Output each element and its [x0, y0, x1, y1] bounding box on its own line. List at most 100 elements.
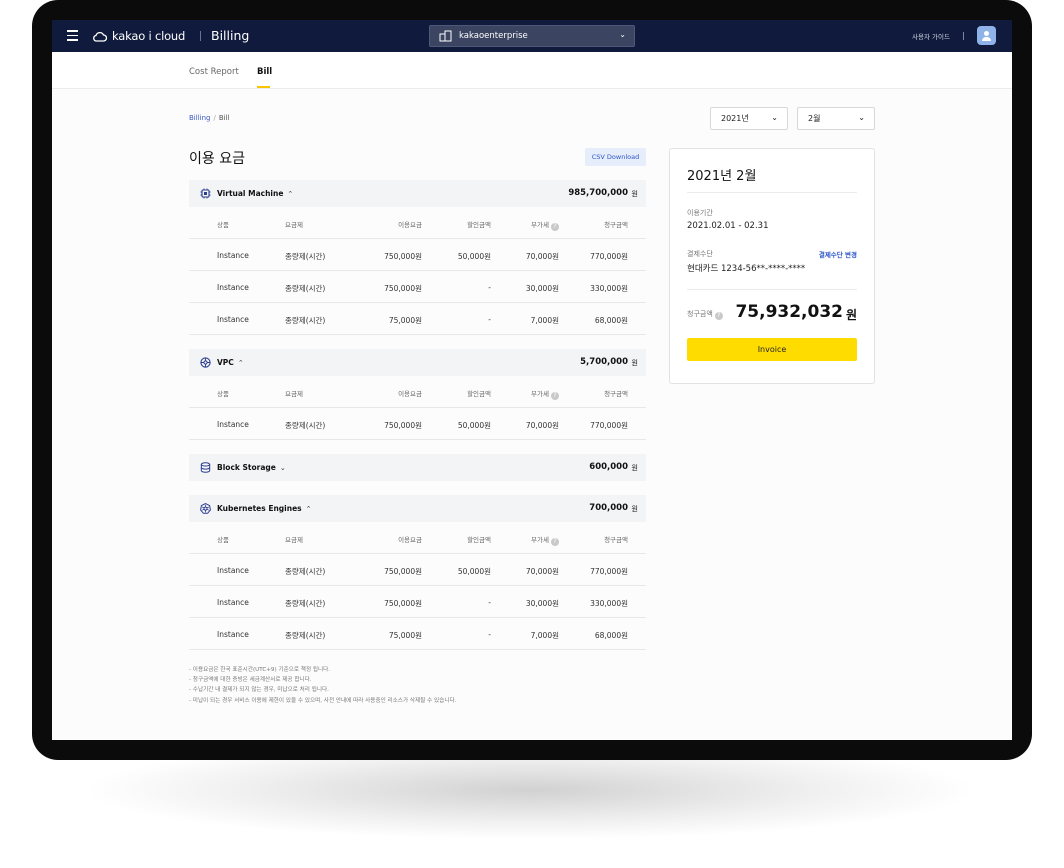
- total-label: 청구금액?: [687, 309, 723, 320]
- table-row: Instance 종량제(시간) 75,000원 - 7,000원 68,000…: [189, 303, 646, 335]
- usage-fee-cell: 75,000원: [388, 316, 422, 325]
- currency-unit: 원: [631, 464, 638, 472]
- chevron-up-icon[interactable]: ⌃: [287, 190, 293, 198]
- help-icon[interactable]: ?: [551, 223, 559, 231]
- note-line: - 이용요금은 한국 표준시간(UTC+9) 기준으로 책정 됩니다.: [189, 667, 331, 673]
- section-total: 600,000: [589, 462, 628, 472]
- month-select[interactable]: 2월 ⌄: [797, 107, 875, 130]
- column-header: 부가세?: [531, 388, 559, 400]
- plan-cell: 종량제(시간): [285, 567, 326, 576]
- kubernetes-icon: [200, 503, 211, 514]
- tab-bill[interactable]: Bill: [257, 67, 272, 77]
- logo[interactable]: kakao i cloud: [92, 28, 185, 44]
- section-header[interactable]: Block Storage ⌄ 600,000 원: [189, 454, 646, 481]
- avatar[interactable]: [977, 26, 996, 45]
- chevron-down-icon: ⌄: [858, 113, 865, 122]
- table-header: 상품 요금제 이용요금 할인금액 부가세? 청구금액: [189, 376, 646, 408]
- help-icon[interactable]: ?: [714, 312, 723, 320]
- usage-fee-cell: 750,000원: [384, 284, 422, 293]
- invoice-button[interactable]: Invoice: [687, 338, 857, 361]
- period-value: 2021.02.01 - 02.31: [687, 221, 769, 231]
- product-cell: Instance: [217, 420, 249, 429]
- plan-cell: 종량제(시간): [285, 631, 326, 640]
- column-header: 상품: [217, 221, 229, 229]
- discount-cell: 50,000원: [457, 567, 491, 576]
- section-name: VPC: [217, 358, 234, 367]
- chevron-up-icon[interactable]: ⌃: [238, 359, 244, 367]
- section-name: Kubernetes Engines: [217, 504, 302, 513]
- total-amount: 75,932,032: [735, 302, 843, 322]
- help-icon[interactable]: ?: [551, 538, 559, 546]
- column-header: 청구금액: [604, 221, 628, 229]
- plan-cell: 종량제(시간): [285, 284, 326, 293]
- breadcrumb-bill: Bill: [218, 114, 230, 122]
- chevron-up-icon[interactable]: ⌃: [306, 505, 312, 513]
- page-title: 이용 요금: [189, 151, 245, 167]
- tab-bar: Cost Report Bill: [52, 52, 1012, 89]
- chevron-down-icon[interactable]: ⌄: [280, 464, 286, 472]
- column-header: 상품: [217, 536, 229, 544]
- note-line: - 수납기간 내 결제가 되지 않는 경우, 미납으로 처리 됩니다.: [189, 687, 329, 694]
- billed-amount-cell: 68,000원: [594, 316, 628, 325]
- discount-cell: -: [488, 630, 491, 639]
- breadcrumb-billing[interactable]: Billing: [189, 114, 210, 122]
- section-kubernetes-engines: Kubernetes Engines ⌃ 700,000 원 상품 요금제 이용요…: [189, 495, 646, 650]
- csv-download-button[interactable]: CSV Download: [585, 148, 646, 166]
- table-header: 상품 요금제 이용요금 할인금액 부가세? 청구금액: [189, 207, 646, 239]
- tab-cost-report[interactable]: Cost Report: [189, 67, 239, 77]
- section-total: 700,000: [589, 503, 628, 513]
- section-total: 985,700,000: [568, 188, 628, 198]
- currency-unit: 원: [631, 505, 638, 513]
- column-header: 상품: [217, 390, 229, 398]
- table-header: 상품 요금제 이용요금 할인금액 부가세? 청구금액: [189, 522, 646, 554]
- total-label-text: 청구금액: [687, 310, 713, 318]
- column-header: 청구금액: [604, 390, 628, 398]
- section-total: 5,700,000: [580, 357, 628, 367]
- vat-cell: 30,000원: [525, 284, 559, 293]
- billed-amount-cell: 330,000원: [590, 284, 628, 293]
- column-header-label: 부가세: [531, 390, 549, 398]
- section-vpc: VPC ⌃ 5,700,000 원 상품 요금제 이용요금 할인금액 부가세? 청…: [189, 349, 646, 440]
- total-unit: 원: [845, 308, 857, 322]
- column-header: 이용요금: [398, 390, 422, 398]
- usage-fee-cell: 75,000원: [388, 631, 422, 640]
- menu-icon[interactable]: [67, 30, 78, 41]
- product-cell: Instance: [217, 566, 249, 575]
- vat-cell: 70,000원: [525, 421, 559, 430]
- header-divider: [963, 32, 964, 40]
- storage-icon: [200, 462, 211, 473]
- column-header: 요금제: [285, 390, 303, 398]
- summary-title: 2021년 2월: [687, 169, 757, 184]
- help-icon[interactable]: ?: [551, 392, 559, 400]
- usage-fee-cell: 750,000원: [384, 421, 422, 430]
- year-select[interactable]: 2021년 ⌄: [710, 107, 788, 130]
- breadcrumb: Billing / Bill: [189, 114, 229, 122]
- user-guide-link[interactable]: 사용자 가이드: [912, 31, 950, 41]
- billed-amount-cell: 330,000원: [590, 599, 628, 608]
- discount-cell: -: [488, 283, 491, 292]
- table-row: Instance 종량제(시간) 75,000원 - 7,000원 68,000…: [189, 618, 646, 650]
- product-cell: Instance: [217, 251, 249, 260]
- section-header[interactable]: Kubernetes Engines ⌃ 700,000 원: [189, 495, 646, 522]
- section-header[interactable]: VPC ⌃ 5,700,000 원: [189, 349, 646, 376]
- organization-select[interactable]: kakaoenterprise ⌄: [429, 25, 635, 47]
- payment-label: 결제수단: [687, 250, 713, 258]
- column-header: 요금제: [285, 221, 303, 229]
- column-header: 요금제: [285, 536, 303, 544]
- vat-cell: 70,000원: [525, 252, 559, 261]
- header-divider: [200, 31, 201, 41]
- discount-cell: 50,000원: [457, 421, 491, 430]
- period-label: 이용기간: [687, 209, 713, 217]
- product-cell: Instance: [217, 598, 249, 607]
- discount-cell: -: [488, 315, 491, 324]
- plan-cell: 종량제(시간): [285, 599, 326, 608]
- section-header[interactable]: Virtual Machine ⌃ 985,700,000 원: [189, 180, 646, 207]
- plan-cell: 종량제(시간): [285, 421, 326, 430]
- section-name: Virtual Machine: [217, 189, 284, 198]
- table-row: Instance 종량제(시간) 750,000원 50,000원 70,000…: [189, 239, 646, 271]
- organization-name: kakaoenterprise: [459, 31, 528, 41]
- table-row: Instance 종량제(시간) 750,000원 50,000원 70,000…: [189, 408, 646, 440]
- table-row: Instance 종량제(시간) 750,000원 - 30,000원 330,…: [189, 586, 646, 618]
- change-payment-link[interactable]: 결제수단 변경: [819, 249, 857, 259]
- top-header: kakao i cloud Billing kakaoenterprise ⌄ …: [52, 20, 1012, 52]
